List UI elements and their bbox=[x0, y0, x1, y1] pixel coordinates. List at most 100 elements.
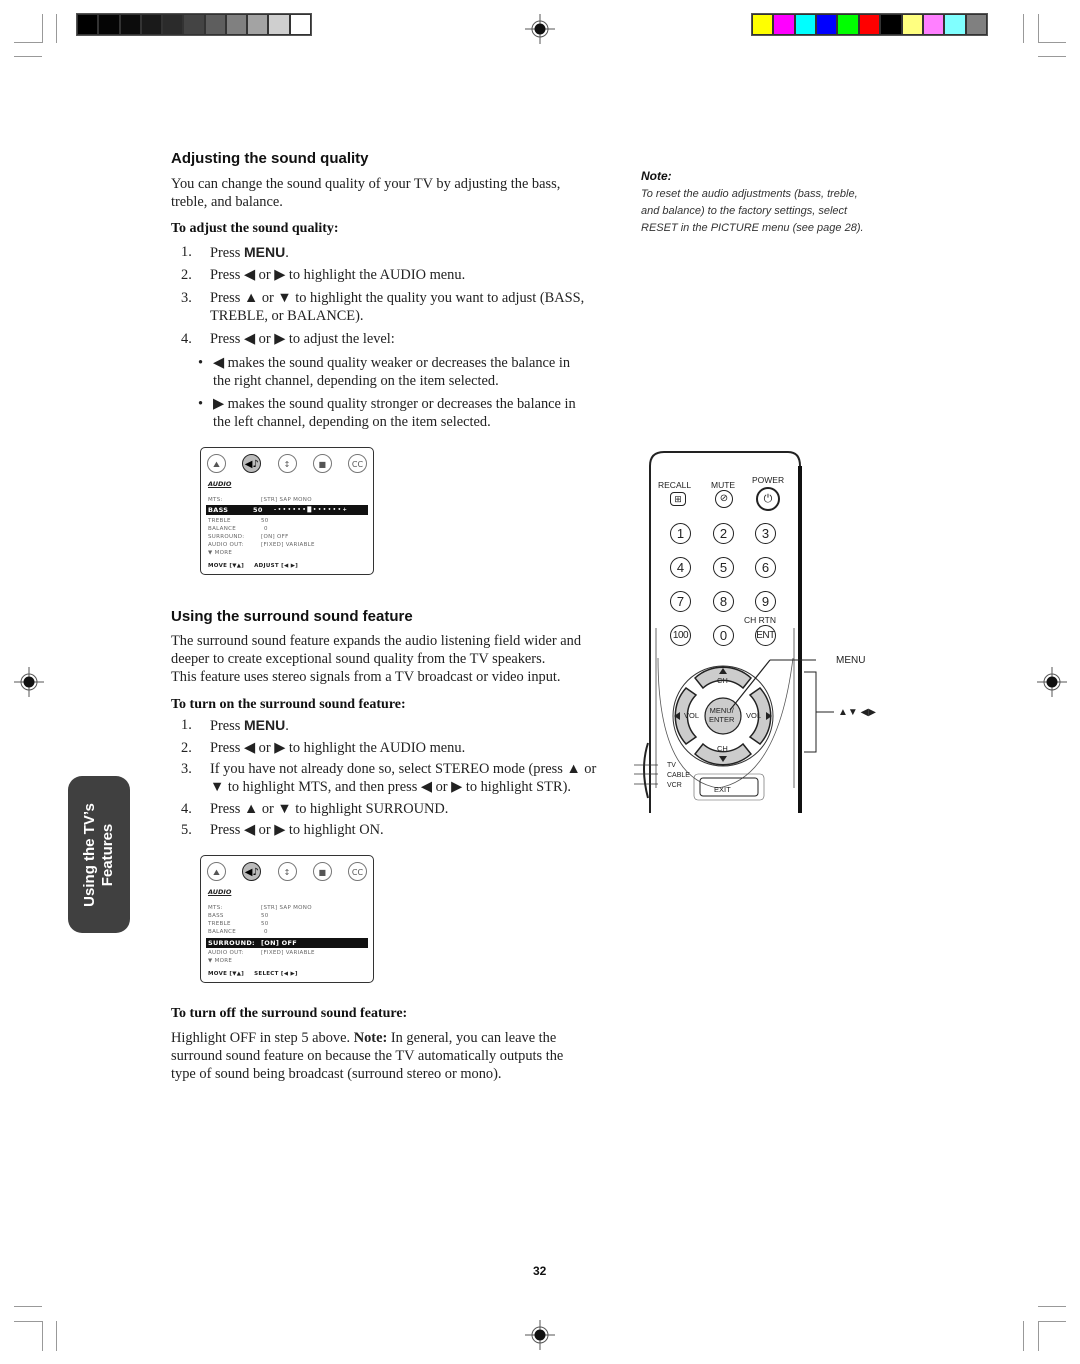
digit-9-button[interactable]: 9 bbox=[755, 591, 776, 612]
digit-8-button[interactable]: 8 bbox=[713, 591, 734, 612]
step-text: Press ◀ or ▶ to highlight the AUDIO menu… bbox=[210, 267, 466, 283]
digit-6-button[interactable]: 6 bbox=[755, 557, 776, 578]
ent-button[interactable]: ENT bbox=[755, 625, 776, 646]
color-swatch bbox=[795, 15, 816, 34]
ch-up-label: CH bbox=[717, 676, 728, 685]
step-item: 2. Press ◀ or ▶ to highlight the AUDIO m… bbox=[181, 739, 621, 757]
crop-mark bbox=[56, 14, 57, 43]
step-text: Press bbox=[210, 245, 244, 261]
menu-button-label: MENU bbox=[243, 717, 286, 733]
subheading-turn-on: To turn on the surround sound feature: bbox=[171, 697, 406, 712]
menu-footer: MOVE [▼▲] SELECT [◀ ▶] bbox=[208, 971, 298, 977]
color-swatch bbox=[141, 15, 162, 34]
crop-mark bbox=[1038, 1321, 1066, 1322]
cable-mode-label: CABLE bbox=[667, 772, 690, 779]
step-number: 4. bbox=[181, 331, 192, 347]
step-number: 3. bbox=[181, 290, 192, 306]
step-text: Press bbox=[210, 718, 244, 734]
menu-row-mts: MTS: [STR] SAP MONO bbox=[208, 905, 312, 911]
menu-button-label: MENU bbox=[243, 244, 286, 260]
menu-callout-label: MENU bbox=[836, 655, 866, 666]
step-text: . bbox=[285, 245, 289, 261]
power-button[interactable]: ⏻ bbox=[756, 487, 780, 511]
menu-title: AUDIO bbox=[208, 480, 232, 488]
color-swatch bbox=[881, 15, 901, 34]
color-swatch bbox=[78, 15, 98, 34]
exit-button[interactable]: EXIT bbox=[714, 785, 731, 794]
body-text: surround sound feature on because the TV… bbox=[171, 1048, 564, 1064]
arrows-callout-label: ▲▼ ◀▶ bbox=[838, 707, 876, 718]
step-item: 2. Press ◀ or ▶ to highlight the AUDIO m… bbox=[181, 266, 621, 284]
digit-1-button[interactable]: 1 bbox=[670, 523, 691, 544]
registration-target-icon bbox=[1037, 667, 1067, 697]
step-text: Press ▲ or ▼ to highlight the quality yo… bbox=[210, 290, 585, 324]
bullet-text: ▶ makes the sound quality stronger or de… bbox=[213, 396, 576, 430]
recall-button[interactable]: ⊞ bbox=[670, 492, 686, 506]
digit-0-button[interactable]: 0 bbox=[713, 625, 734, 646]
crop-mark bbox=[1038, 42, 1066, 43]
bullet-icon: • bbox=[198, 355, 204, 371]
registration-target-icon bbox=[14, 667, 44, 697]
step-number: 2. bbox=[181, 740, 192, 756]
intro-text: You can change the sound quality of your… bbox=[171, 176, 561, 192]
mute-label: MUTE bbox=[711, 480, 736, 490]
audio-icon: ◀♪ bbox=[242, 862, 262, 881]
color-swatch bbox=[923, 15, 944, 34]
step-text: . bbox=[285, 718, 289, 734]
menu-row-balance: BALANCE 0 bbox=[208, 526, 268, 532]
theater-icon: ■ bbox=[312, 862, 332, 881]
menu-enter-button[interactable]: MENU/ENTER bbox=[709, 706, 734, 724]
step-number: 3. bbox=[181, 761, 192, 777]
color-swatch bbox=[817, 15, 837, 34]
step-text: If you have not already done so, select … bbox=[210, 761, 597, 795]
section-heading-surround: Using the surround sound feature bbox=[171, 608, 413, 625]
color-swatch bbox=[290, 15, 310, 34]
color-swatch bbox=[184, 15, 204, 34]
crop-mark bbox=[42, 14, 43, 43]
registration-target-icon bbox=[525, 14, 555, 44]
color-swatch bbox=[269, 15, 289, 34]
color-swatch bbox=[838, 15, 858, 34]
tv-mode-label: TV bbox=[667, 762, 676, 769]
step-item: 1. Press MENU. bbox=[181, 716, 621, 734]
step-number: 5. bbox=[181, 822, 192, 838]
menu-row-bass: BASS 50- • • • • • • █ • • • • • • + bbox=[206, 505, 368, 515]
color-swatch bbox=[945, 15, 965, 34]
registration-target-icon bbox=[525, 1320, 555, 1350]
menu-icon-row: ⛰ ◀♪ ↕ ■ CC bbox=[207, 454, 367, 473]
menu-row-audio-out: AUDIO OUT: [FIXED] VARIABLE bbox=[208, 950, 315, 956]
digit-4-button[interactable]: 4 bbox=[670, 557, 691, 578]
menu-footer: MOVE [▼▲] ADJUST [◀ ▶] bbox=[208, 563, 299, 569]
digit-3-button[interactable]: 3 bbox=[755, 523, 776, 544]
step-text: Press ▲ or ▼ to highlight SURROUND. bbox=[210, 801, 449, 817]
bullet-item: • ◀ makes the sound quality weaker or de… bbox=[198, 354, 628, 390]
digit-100-button[interactable]: 100 bbox=[670, 625, 691, 646]
page-number: 32 bbox=[533, 1264, 547, 1278]
color-swatch bbox=[902, 15, 922, 34]
crop-mark bbox=[56, 1321, 57, 1351]
bullet-item: • ▶ makes the sound quality stronger or … bbox=[198, 395, 628, 431]
digit-7-button[interactable]: 7 bbox=[670, 591, 691, 612]
menu-row-surround: SURROUND: [ON] OFF bbox=[208, 534, 289, 540]
step-number: 2. bbox=[181, 267, 192, 283]
color-swatch bbox=[248, 15, 268, 34]
intro-text: This feature uses stereo signals from a … bbox=[171, 669, 561, 685]
step-item: 4. Press ◀ or ▶ to adjust the level: bbox=[181, 330, 621, 348]
digit-5-button[interactable]: 5 bbox=[713, 557, 734, 578]
grayscale-calibration-bar bbox=[76, 13, 312, 36]
step-item: 4. Press ▲ or ▼ to highlight SURROUND. bbox=[181, 800, 621, 818]
audio-menu-screen-bass: ⛰ ◀♪ ↕ ■ CC AUDIO MTS: [STR] SAP MONO BAS… bbox=[200, 447, 374, 575]
mute-button[interactable]: ⊘ bbox=[715, 490, 733, 508]
theater-icon: ■ bbox=[312, 454, 332, 473]
audio-menu-screen-surround: ⛰ ◀♪ ↕ ■ CC AUDIO MTS: [STR] SAP MONO BAS… bbox=[200, 855, 374, 983]
bullet-text: ◀ makes the sound quality weaker or decr… bbox=[213, 355, 571, 389]
subheading-turn-off: To turn off the surround sound feature: bbox=[171, 1006, 408, 1021]
menu-row-bass: BASS 50 bbox=[208, 913, 269, 919]
digit-2-button[interactable]: 2 bbox=[713, 523, 734, 544]
crop-mark bbox=[1038, 1306, 1066, 1307]
step-number: 4. bbox=[181, 801, 192, 817]
color-swatch bbox=[163, 15, 183, 34]
color-swatch bbox=[205, 15, 225, 34]
menu-row-mts: MTS: [STR] SAP MONO bbox=[208, 497, 312, 503]
audio-icon: ◀♪ bbox=[242, 454, 262, 473]
